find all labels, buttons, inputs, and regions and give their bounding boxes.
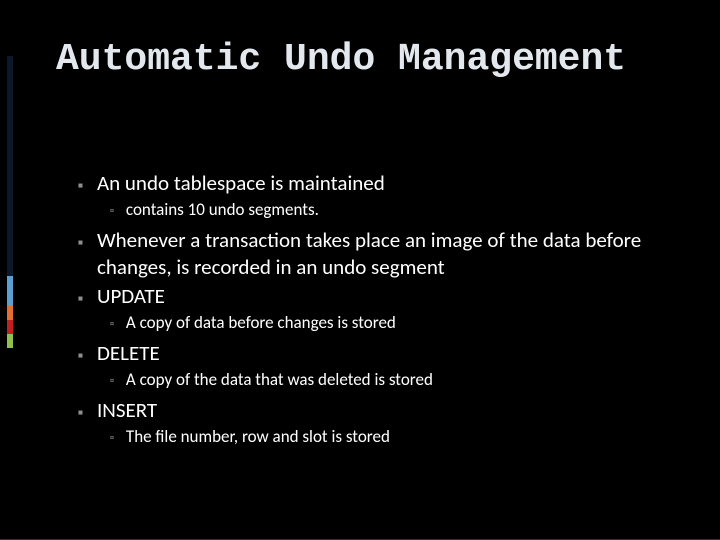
- hollow-square-bullet-icon: ▫: [110, 431, 114, 448]
- slide-title: Automatic Undo Management: [56, 38, 626, 81]
- square-bullet-icon: ▪: [78, 177, 83, 197]
- accent-bar: [7, 56, 13, 348]
- square-bullet-icon: ▪: [78, 290, 83, 310]
- bullet-level-2: ▫ The file number, row and slot is store…: [110, 426, 680, 448]
- bullet-level-1: ▪ UPDATE: [78, 283, 680, 310]
- bullet-text: UPDATE: [97, 283, 680, 310]
- sub-bullet-text: A copy of the data that was deleted is s…: [126, 369, 680, 391]
- sub-bullet-text: A copy of data before changes is stored: [126, 312, 680, 334]
- square-bullet-icon: ▪: [78, 234, 83, 281]
- accent-segment: [7, 320, 13, 334]
- bullet-level-2: ▫ A copy of data before changes is store…: [110, 312, 680, 334]
- hollow-square-bullet-icon: ▫: [110, 317, 114, 334]
- sub-bullet-text: The file number, row and slot is stored: [126, 426, 680, 448]
- bullet-level-1: ▪ Whenever a transaction takes place an i…: [78, 227, 680, 281]
- bullet-text: DELETE: [97, 340, 680, 367]
- bullet-text: An undo tablespace is maintained: [97, 170, 680, 197]
- slide: Automatic Undo Management ▪ An undo table…: [0, 0, 720, 540]
- accent-segment: [7, 306, 13, 320]
- slide-content: ▪ An undo tablespace is maintained ▫ contai…: [78, 170, 680, 454]
- accent-segment: [7, 56, 13, 276]
- bullet-level-1: ▪ INSERT: [78, 397, 680, 424]
- square-bullet-icon: ▪: [78, 404, 83, 424]
- bullet-level-1: ▪ DELETE: [78, 340, 680, 367]
- hollow-square-bullet-icon: ▫: [110, 374, 114, 391]
- bullet-text: INSERT: [97, 397, 680, 424]
- accent-segment: [7, 276, 13, 306]
- bullet-text: Whenever a transaction takes place an im…: [97, 227, 680, 281]
- bullet-level-2: ▫ contains 10 undo segments.: [110, 199, 680, 221]
- square-bullet-icon: ▪: [78, 347, 83, 367]
- bullet-level-1: ▪ An undo tablespace is maintained: [78, 170, 680, 197]
- sub-bullet-text: contains 10 undo segments.: [126, 199, 680, 221]
- accent-segment: [7, 334, 13, 348]
- bullet-level-2: ▫ A copy of the data that was deleted is…: [110, 369, 680, 391]
- hollow-square-bullet-icon: ▫: [110, 204, 114, 221]
